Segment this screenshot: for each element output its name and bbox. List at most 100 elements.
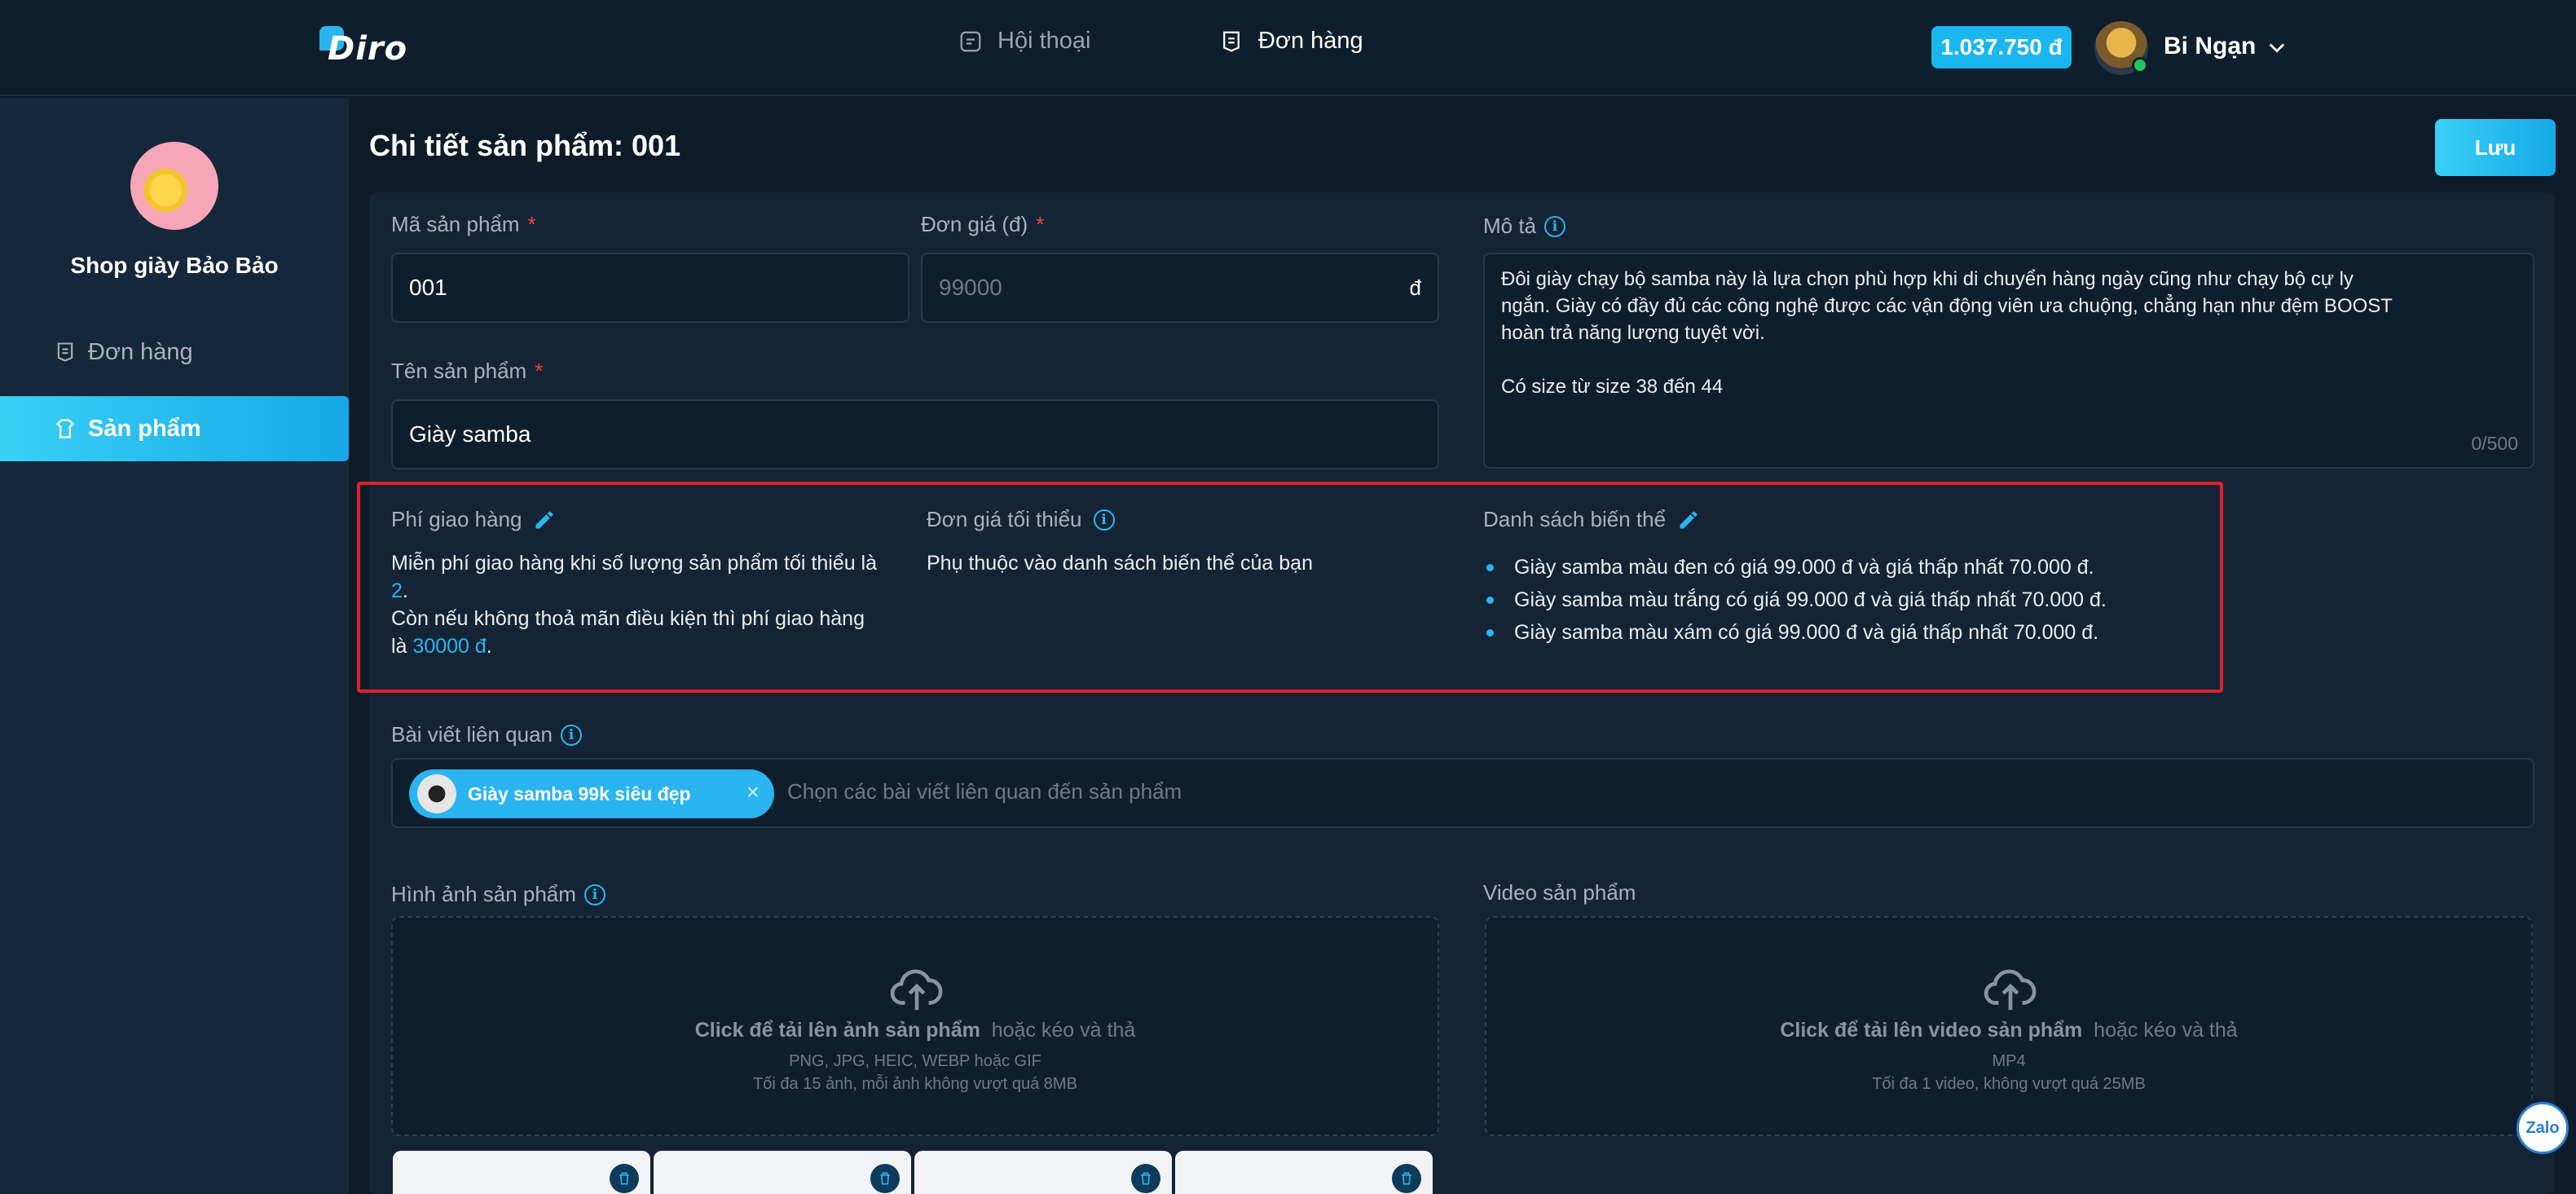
label-text: Video sản phẩm <box>1483 880 1636 905</box>
product-code-label: Mã sản phẩm * <box>391 212 536 237</box>
section-title-text: Phí giao hàng <box>391 507 522 531</box>
delete-button[interactable] <box>870 1164 900 1193</box>
text: Còn nếu không thoả mãn điều kiện thì phí… <box>391 607 865 630</box>
nav-orders[interactable]: Đơn hàng <box>1219 28 1363 55</box>
section-title-text: Danh sách biến thể <box>1483 507 1667 531</box>
cloud-upload-icon <box>1984 969 2037 1011</box>
sidebar-item-orders[interactable]: Đơn hàng <box>0 319 349 385</box>
pencil-icon[interactable] <box>533 509 556 531</box>
nav-conversations-label: Hội thoại <box>997 28 1091 54</box>
sidebar-item-products[interactable]: Sản phẩm <box>0 396 349 461</box>
image-thumbnail[interactable] <box>654 1151 911 1194</box>
product-images-label: Hình ảnh sản phẩm i <box>391 882 605 907</box>
required-mark: * <box>535 359 544 383</box>
delete-button[interactable] <box>1131 1164 1160 1193</box>
shipping-description: Miễn phí giao hàng khi số lượng sản phẩm… <box>391 549 913 660</box>
page-title: Chi tiết sản phẩm: 001 <box>369 129 681 162</box>
related-post-chip[interactable]: Giày samba 99k siêu đẹp × <box>409 769 774 818</box>
delete-button[interactable] <box>1392 1164 1421 1193</box>
sidebar-item-label: Đơn hàng <box>88 338 193 365</box>
image-thumbnail[interactable] <box>914 1151 1172 1194</box>
sidebar: Shop giày Bảo Bảo Đơn hàng Sản phẩm <box>0 98 349 1194</box>
delete-button[interactable] <box>610 1164 639 1193</box>
input-value: Giày samba <box>409 421 531 447</box>
label-text: Đơn giá (đ) <box>921 212 1028 236</box>
zalo-chat-button[interactable]: Zalo <box>2517 1102 2569 1154</box>
text: là <box>391 635 407 658</box>
upload-cta-rest: hoặc kéo và thả <box>2094 1019 2238 1042</box>
online-status-indicator <box>2132 57 2148 73</box>
upload-limits: Tối đa 1 video, không vượt quá 25MB <box>1872 1075 2146 1093</box>
cloud-upload-icon <box>890 969 943 1011</box>
user-name[interactable]: Bi Ngạn <box>2164 33 2256 60</box>
input-value: 001 <box>409 275 447 300</box>
close-icon[interactable]: × <box>746 779 760 805</box>
info-icon[interactable]: i <box>1544 215 1566 237</box>
save-button[interactable]: Lưu <box>2435 119 2556 176</box>
shirt-icon <box>56 419 74 438</box>
nav-conversations[interactable]: Hội thoại <box>958 28 1090 55</box>
description-line: ngắn. Giày có đầy đủ các công nghệ được … <box>1501 295 2393 317</box>
required-mark: * <box>1036 212 1045 236</box>
upload-cta-rest: hoặc kéo và thả <box>991 1019 1136 1042</box>
receipt-icon <box>57 342 73 362</box>
image-upload-dropzone[interactable]: Click để tải lên ảnh sản phẩm hoặc kéo v… <box>391 916 1439 1136</box>
price-label: Đơn giá (đ) * <box>921 212 1044 237</box>
upload-formats: PNG, JPG, HEIC, WEBP hoặc GIF <box>789 1052 1041 1070</box>
image-thumbnail[interactable] <box>393 1151 650 1194</box>
balance-badge[interactable]: 1.037.750 đ <box>1931 26 2072 68</box>
upload-cta-bold: Click để tải lên ảnh sản phẩm <box>694 1019 980 1042</box>
min-price-title: Đơn giá tối thiểu i <box>927 507 1115 532</box>
description-line <box>1501 346 2517 373</box>
upload-cta-bold: Click để tải lên video sản phẩm <box>1780 1019 2083 1042</box>
min-quantity-value: 2 <box>391 579 403 602</box>
input-value: 99000 <box>939 275 1002 300</box>
price-input[interactable]: 99000 đ <box>921 253 1439 323</box>
trash-icon <box>880 1172 890 1185</box>
related-posts-placeholder: Chọn các bài viết liên quan đến sản phẩm <box>787 779 1182 804</box>
logo-text: Diro <box>328 30 408 68</box>
product-name-input[interactable]: Giày samba <box>391 399 1439 469</box>
shipping-line: Miễn phí giao hàng khi số lượng sản phẩm… <box>391 549 913 577</box>
list-item: Giày samba màu xám có giá 99.000 đ và gi… <box>1483 616 2107 649</box>
top-bar: Diro Hội thoại Đơn hàng 1.037.750 đ Bi N… <box>0 0 2576 96</box>
list-item: Giày samba màu trắng có giá 99.000 đ và … <box>1483 584 2107 616</box>
variants-title: Danh sách biến thể <box>1483 507 1700 532</box>
video-upload-dropzone[interactable]: Click để tải lên video sản phẩm hoặc kéo… <box>1485 916 2533 1136</box>
upload-cta: Click để tải lên video sản phẩm hoặc kéo… <box>1486 1019 2531 1042</box>
required-mark: * <box>527 212 536 236</box>
label-text: Hình ảnh sản phẩm <box>391 882 576 906</box>
upload-formats: MP4 <box>1992 1052 2026 1070</box>
product-code-input[interactable]: 001 <box>391 253 909 323</box>
description-label: Mô tả i <box>1483 214 1566 239</box>
sidebar-item-label: Sản phẩm <box>88 415 201 442</box>
image-thumbnail[interactable] <box>1175 1151 1433 1194</box>
chat-icon <box>960 31 981 51</box>
related-posts-label: Bài viết liên quan i <box>391 722 583 747</box>
shipping-line: là 30000 đ. <box>391 635 492 658</box>
shop-avatar <box>130 142 218 230</box>
chevron-down-icon[interactable] <box>2266 36 2288 59</box>
pencil-icon[interactable] <box>1677 509 1700 531</box>
info-icon[interactable]: i <box>583 883 605 905</box>
variant-list: Giày samba màu đen có giá 99.000 đ và gi… <box>1483 551 2107 649</box>
trash-icon <box>1402 1172 1411 1185</box>
label-text: Mã sản phẩm <box>391 212 520 236</box>
description-textarea[interactable]: Đôi giày chạy bộ samba này là lựa chọn p… <box>1483 253 2534 469</box>
chip-thumbnail <box>417 774 456 813</box>
chip-label: Giày samba 99k siêu đẹp <box>468 782 691 804</box>
related-posts-select[interactable]: Giày samba 99k siêu đẹp × Chọn các bài v… <box>391 758 2534 828</box>
shipping-title: Phí giao hàng <box>391 507 556 532</box>
shipping-fee-value: 30000 đ <box>412 635 487 658</box>
product-video-label: Video sản phẩm <box>1483 880 1636 905</box>
label-text: Tên sản phẩm <box>391 359 527 383</box>
section-title-text: Đơn giá tối thiểu <box>927 507 1082 531</box>
app-logo[interactable]: Diro <box>319 24 407 73</box>
info-icon[interactable]: i <box>1093 509 1115 531</box>
label-text: Mô tả <box>1483 214 1537 238</box>
text: Miễn phí giao hàng khi số lượng sản phẩm… <box>391 552 877 575</box>
shop-name: Shop giày Bảo Bảo <box>70 253 279 278</box>
trash-icon <box>619 1172 629 1185</box>
info-icon[interactable]: i <box>561 724 583 746</box>
char-counter: 0/500 <box>2471 433 2518 454</box>
